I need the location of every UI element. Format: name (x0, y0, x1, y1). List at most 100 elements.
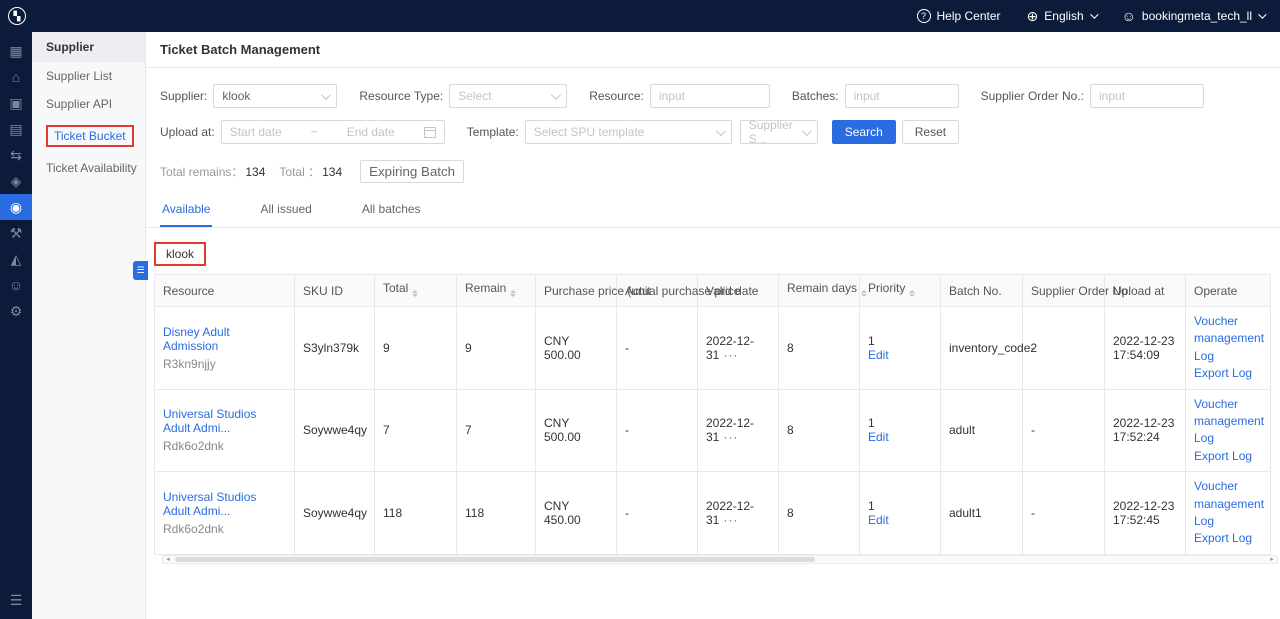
reset-button[interactable]: Reset (902, 120, 959, 144)
expiring-batch-button[interactable]: Expiring Batch (360, 160, 464, 183)
scroll-left-arrow-icon[interactable]: ◂ (163, 556, 173, 563)
rail-item-orders[interactable]: ▤ (0, 116, 32, 142)
upload-date: 2022-12-23 (1113, 499, 1177, 513)
globe-icon (1027, 9, 1039, 23)
resource-type-placeholder: Select (458, 89, 491, 103)
quick-panel-toggle[interactable]: ☰ (133, 261, 148, 280)
help-center-menu[interactable]: Help Center (917, 9, 1001, 23)
remain-days-cell: 8 (779, 307, 860, 390)
batch-table-wrap: Resource SKU ID Total Remain Purchase pr… (146, 274, 1280, 564)
voucher-management-link[interactable]: Voucher management (1194, 313, 1262, 348)
supplier-group-label: klook (154, 242, 206, 266)
rail-item-analytics[interactable]: ◭ (0, 246, 32, 272)
sidebar-item-ticket-availability[interactable]: Ticket Availability (32, 154, 145, 182)
resource-input[interactable] (650, 84, 770, 108)
upload-date-range-picker[interactable]: Start date ~ End date (221, 120, 445, 144)
batches-input[interactable] (845, 84, 959, 108)
col-remain[interactable]: Remain (457, 275, 536, 307)
valid-date-cell: 2022-12-31··· (698, 307, 779, 390)
search-button[interactable]: Search (832, 120, 896, 144)
rail-item-users[interactable]: ☺ (0, 272, 32, 298)
store-icon: ▣ (9, 95, 22, 112)
help-center-label: Help Center (937, 9, 1001, 23)
voucher-management-link[interactable]: Voucher management (1194, 396, 1262, 431)
supplier-label: Supplier: (160, 89, 207, 103)
col-remain-days[interactable]: Remain days (779, 275, 860, 307)
export-log-link[interactable]: Export Log (1194, 530, 1262, 547)
chevron-down-icon (716, 126, 726, 136)
voucher-management-link[interactable]: Voucher management (1194, 478, 1262, 513)
distribution-icon: ⇆ (10, 147, 22, 164)
rail-item-tools[interactable]: ⚒ (0, 220, 32, 246)
purchase-price-cell: CNY 450.00 (536, 472, 617, 555)
app-logo-icon[interactable] (8, 7, 26, 25)
rail-item-products[interactable]: ◈ (0, 168, 32, 194)
table-header-row: Resource SKU ID Total Remain Purchase pr… (155, 275, 1271, 307)
resource-cell: Universal Studios Adult Admi... Rdk6o2dn… (155, 472, 295, 555)
sort-icon[interactable] (510, 287, 516, 300)
log-link[interactable]: Log (1194, 430, 1262, 447)
rail-item-home[interactable]: ⌂ (0, 64, 32, 90)
rail-item-ticket[interactable]: ◉ (0, 194, 32, 220)
log-link[interactable]: Log (1194, 348, 1262, 365)
export-log-link[interactable]: Export Log (1194, 448, 1262, 465)
template-select[interactable]: Select SPU template (525, 120, 732, 144)
remain-cell: 9 (457, 307, 536, 390)
sku-cell: S3yln379k (295, 307, 375, 390)
export-log-link[interactable]: Export Log (1194, 365, 1262, 382)
rail-item-distribution[interactable]: ⇆ (0, 142, 32, 168)
tab-all-issued[interactable]: All issued (258, 193, 313, 227)
supplier-select[interactable]: klook (213, 84, 337, 108)
tools-icon: ⚒ (10, 225, 23, 242)
purchase-price-cell: CNY 500.00 (536, 307, 617, 390)
valid-date-more-button[interactable]: ··· (723, 348, 738, 362)
table-row: Universal Studios Adult Admi... Rdk6o2dn… (155, 389, 1271, 472)
total-remains-value: 134 (245, 165, 265, 179)
resource-type-select[interactable]: Select (449, 84, 567, 108)
valid-date-more-button[interactable]: ··· (723, 430, 738, 444)
batch-table: Resource SKU ID Total Remain Purchase pr… (154, 274, 1271, 555)
resource-link[interactable]: Universal Studios Adult Admi... (163, 407, 286, 435)
date-separator: ~ (311, 125, 318, 139)
rail-collapse-button[interactable]: ☰ (0, 587, 32, 613)
rail-item-store[interactable]: ▣ (0, 90, 32, 116)
col-total[interactable]: Total (375, 275, 457, 307)
chevron-down-icon (551, 90, 561, 100)
sort-icon[interactable] (909, 287, 915, 300)
col-priority[interactable]: Priority (860, 275, 941, 307)
col-batch-no: Batch No. (941, 275, 1023, 307)
upload-time: 17:52:45 (1113, 513, 1177, 527)
supplier-order-no-input[interactable] (1090, 84, 1204, 108)
priority-edit-link[interactable]: Edit (868, 430, 889, 444)
page-title: Ticket Batch Management (160, 42, 320, 57)
actual-price-cell: - (617, 389, 698, 472)
tab-all-batches[interactable]: All batches (360, 193, 423, 227)
log-link[interactable]: Log (1194, 513, 1262, 530)
sort-icon[interactable] (412, 287, 418, 300)
rail-item-apps[interactable]: ▦ (0, 38, 32, 64)
priority-edit-link[interactable]: Edit (868, 513, 889, 527)
scrollbar-thumb[interactable] (175, 557, 815, 562)
resource-link[interactable]: Disney Adult Admission (163, 325, 286, 353)
col-resource: Resource (155, 275, 295, 307)
supplier-template-select[interactable]: Supplier S... (740, 120, 818, 144)
resource-link[interactable]: Universal Studios Adult Admi... (163, 490, 286, 518)
tab-available[interactable]: Available (160, 193, 212, 227)
upload-time: 17:52:24 (1113, 430, 1177, 444)
rail-item-settings[interactable]: ⚙ (0, 298, 32, 324)
user-menu[interactable]: bookingmeta_tech_ll (1122, 9, 1264, 23)
sidebar-item-supplier-api[interactable]: Supplier API (32, 90, 145, 118)
upload-date: 2022-12-23 (1113, 416, 1177, 430)
scroll-right-arrow-icon[interactable]: ▸ (1267, 556, 1277, 563)
sort-icon[interactable] (861, 287, 867, 300)
horizontal-scrollbar[interactable]: ◂ ▸ (162, 555, 1278, 564)
priority-edit-link[interactable]: Edit (868, 348, 889, 362)
valid-date-cell: 2022-12-31··· (698, 389, 779, 472)
total-value: 134 (322, 165, 342, 179)
total-cell: 118 (375, 472, 457, 555)
sidebar-item-supplier-list[interactable]: Supplier List (32, 62, 145, 90)
template-placeholder: Select SPU template (534, 125, 645, 139)
sidebar-item-ticket-bucket[interactable]: Ticket Bucket (32, 118, 145, 154)
language-menu[interactable]: English (1027, 9, 1096, 23)
valid-date-more-button[interactable]: ··· (723, 513, 738, 527)
